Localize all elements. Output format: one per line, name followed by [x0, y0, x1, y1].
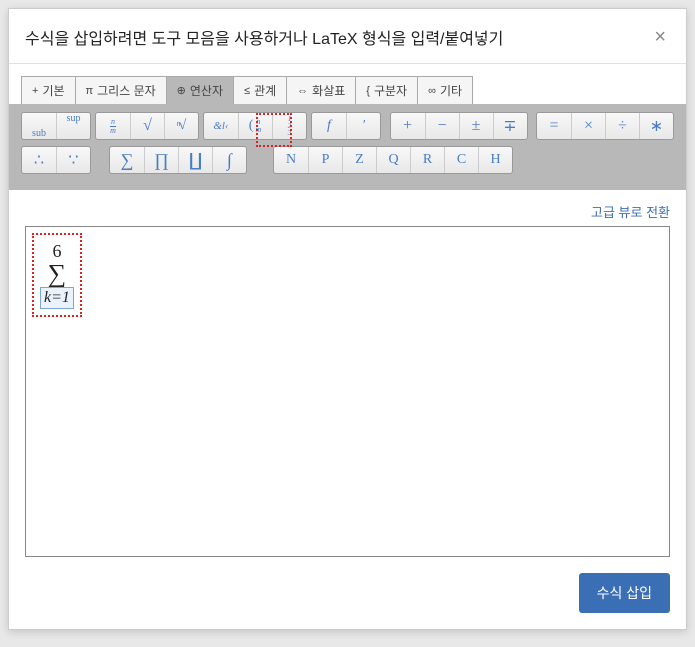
tab-bar: + 기본 π그리스 문자 ⊕ 연산자 ≤ 관계 ⇔ 화살표 { 구분자 ∞ 기타 [9, 64, 686, 104]
tab-label: 기타 [440, 82, 462, 99]
tab-label: 기본 [42, 82, 64, 99]
equation-editor[interactable]: 6 ∑ k=1 [25, 226, 670, 557]
brace-icon: { [366, 85, 370, 97]
group-plusminus: + − ± ∓ [390, 112, 528, 140]
toolbar: sub sup nm √ n√ &l‹ (nm 123 f ′ + − ± [9, 104, 686, 190]
superscript-button[interactable]: sup [56, 113, 90, 139]
plusminus-button[interactable]: ± [459, 113, 493, 139]
minusplus-button[interactable]: ∓ [493, 113, 527, 139]
ast-button[interactable]: ∗ [639, 113, 673, 139]
group-function: f ′ [311, 112, 381, 140]
equation-dialog: 수식을 삽입하려면 도구 모음을 사용하거나 LaTeX 형식을 입력/붙여넣기… [8, 8, 687, 630]
equals-button[interactable]: = [537, 113, 571, 139]
highlight-annotation [256, 113, 292, 147]
group-bigops: ∑ ∏ ∐ ∫ [109, 146, 247, 174]
tab-greek[interactable]: π그리스 문자 [75, 76, 167, 104]
toolbar-row-1: sub sup nm √ n√ &l‹ (nm 123 f ′ + − ± [21, 112, 674, 140]
infinity-icon: ∞ [428, 85, 436, 97]
group-therefore: ∴ ∵ [21, 146, 91, 174]
sum-button[interactable]: ∑ [110, 147, 144, 173]
group-subsup: sub sup [21, 112, 91, 140]
tab-other[interactable]: ∞ 기타 [417, 76, 473, 104]
set-p-button[interactable]: P [308, 147, 342, 173]
close-icon[interactable]: × [650, 26, 670, 49]
angle-bracket-button[interactable]: &l‹ [204, 113, 238, 139]
highlight-annotation [32, 233, 82, 317]
tab-label: 연산자 [190, 82, 223, 99]
tab-label: 구분자 [374, 82, 407, 99]
formula[interactable]: 6 ∑ k=1 [34, 235, 80, 315]
editor-section: 고급 뷰로 전환 6 ∑ k=1 [9, 190, 686, 557]
group-eqops: = × ÷ ∗ [536, 112, 674, 140]
sqrt-button[interactable]: √ [130, 113, 164, 139]
prod-button[interactable]: ∏ [144, 147, 178, 173]
dialog-header: 수식을 삽입하려면 도구 모음을 사용하거나 LaTeX 형식을 입력/붙여넣기… [9, 9, 686, 64]
tab-operators[interactable]: ⊕ 연산자 [166, 76, 234, 104]
prime-button[interactable]: ′ [346, 113, 380, 139]
tab-relations[interactable]: ≤ 관계 [233, 76, 287, 104]
because-button[interactable]: ∵ [56, 147, 90, 173]
minus-button[interactable]: − [425, 113, 459, 139]
plus-button[interactable]: + [391, 113, 425, 139]
advanced-view-link[interactable]: 고급 뷰로 전환 [591, 205, 670, 220]
set-r-button[interactable]: R [410, 147, 444, 173]
tab-delimiters[interactable]: { 구분자 [355, 76, 418, 104]
dialog-footer: 수식 삽입 [9, 557, 686, 629]
coprod-button[interactable]: ∐ [178, 147, 212, 173]
group-sets: N P Z Q R C H [273, 146, 513, 174]
tab-arrows[interactable]: ⇔ 화살표 [286, 76, 356, 104]
nthroot-button[interactable]: n√ [164, 113, 198, 139]
dialog-title: 수식을 삽입하려면 도구 모음을 사용하거나 LaTeX 형식을 입력/붙여넣기 [25, 25, 503, 49]
divide-button[interactable]: ÷ [605, 113, 639, 139]
integral-button[interactable]: ∫ [212, 147, 246, 173]
times-button[interactable]: × [571, 113, 605, 139]
set-q-button[interactable]: Q [376, 147, 410, 173]
tab-label: 화살표 [312, 82, 345, 99]
arrows-icon: ⇔ [297, 85, 308, 97]
function-button[interactable]: f [312, 113, 346, 139]
set-n-button[interactable]: N [274, 147, 308, 173]
insert-equation-button[interactable]: 수식 삽입 [579, 573, 670, 613]
subscript-button[interactable]: sub [22, 113, 56, 139]
tab-label: 관계 [254, 82, 276, 99]
plus-icon: + [32, 85, 38, 97]
tab-basic[interactable]: + 기본 [21, 76, 76, 104]
pi-icon: π [86, 85, 94, 97]
set-c-button[interactable]: C [444, 147, 478, 173]
therefore-button[interactable]: ∴ [22, 147, 56, 173]
tab-label: 그리스 문자 [97, 82, 156, 99]
toolbar-row-2: ∴ ∵ ∑ ∏ ∐ ∫ N P Z Q R C H [21, 146, 674, 174]
oplus-icon: ⊕ [177, 84, 186, 97]
editor-toolbar: 고급 뷰로 전환 [25, 202, 670, 222]
set-z-button[interactable]: Z [342, 147, 376, 173]
set-h-button[interactable]: H [478, 147, 512, 173]
leq-icon: ≤ [244, 85, 250, 97]
fraction-button[interactable]: nm [96, 113, 130, 139]
group-fraction-root: nm √ n√ [95, 112, 199, 140]
